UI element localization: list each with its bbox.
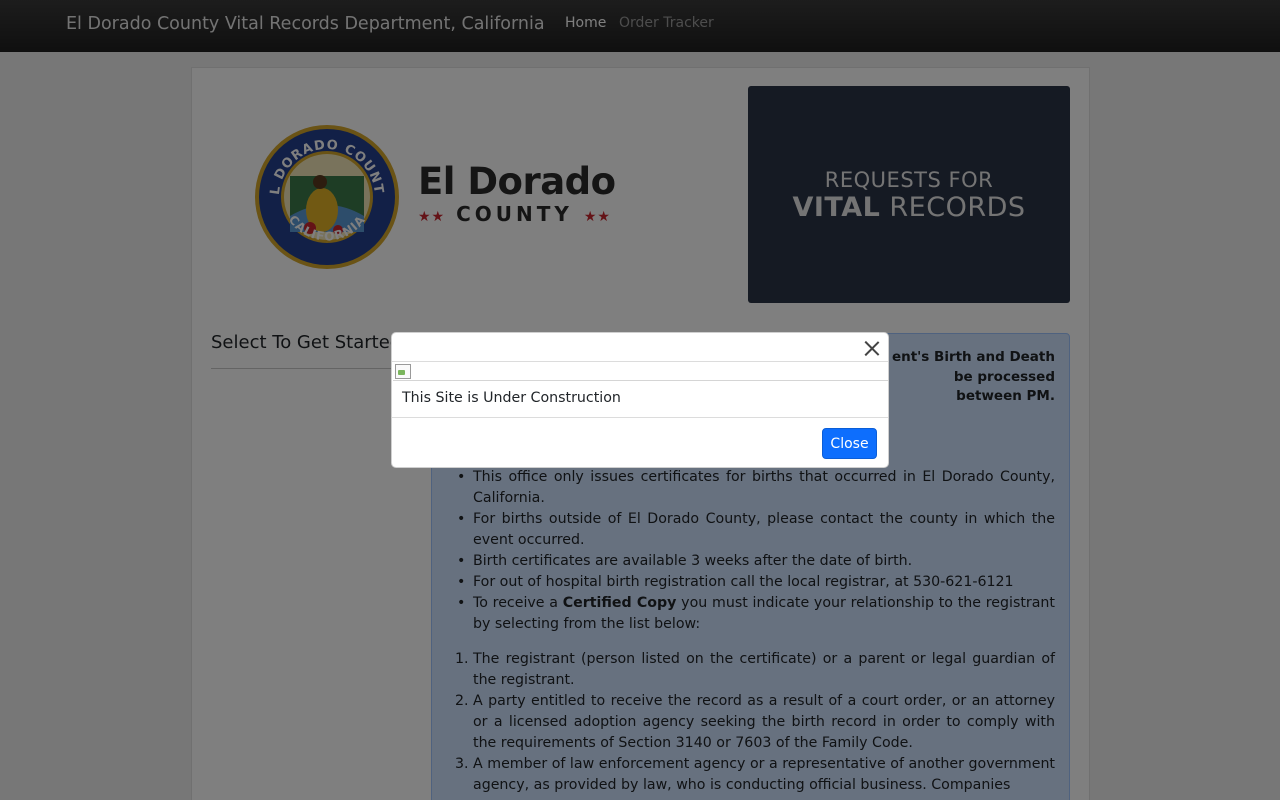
broken-image-icon bbox=[395, 364, 411, 379]
modal-message: This Site is Under Construction bbox=[402, 390, 621, 406]
modal-image bbox=[393, 362, 888, 381]
close-button[interactable]: Close bbox=[822, 428, 877, 459]
modal-footer-divider bbox=[392, 417, 888, 418]
close-icon[interactable] bbox=[862, 338, 882, 358]
construction-modal: This Site is Under Construction Close bbox=[391, 332, 889, 468]
